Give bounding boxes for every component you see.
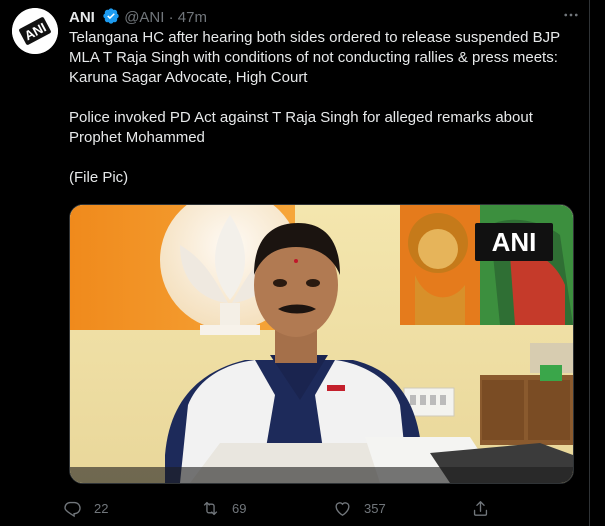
ani-watermark: ANI — [492, 227, 537, 257]
poster-right: ANI — [400, 205, 573, 325]
reply-count: 22 — [94, 500, 109, 516]
share-icon — [473, 500, 488, 516]
tweet-text: Telangana HC after hearing both sides or… — [69, 28, 574, 188]
heart-icon — [335, 501, 350, 516]
timestamp[interactable]: 47m — [178, 9, 207, 26]
separator-dot: · — [168, 9, 174, 26]
reply-button[interactable]: 22 — [63, 496, 108, 520]
like-button[interactable]: 357 — [333, 496, 386, 520]
share-button[interactable] — [471, 496, 490, 520]
like-count: 357 — [364, 500, 386, 516]
tweet-actions: 22 69 357 — [63, 496, 493, 520]
tweet-paragraph: Police invoked PD Act against T Raja Sin… — [69, 109, 533, 146]
more-options-icon[interactable] — [561, 6, 581, 26]
reply-icon — [64, 501, 81, 517]
retweet-count: 69 — [232, 500, 247, 516]
tweet-paragraph: Telangana HC after hearing both sides or… — [69, 29, 560, 86]
retweet-icon — [203, 501, 218, 515]
avatar[interactable]: ANI — [12, 8, 58, 54]
ani-logo: ANI — [12, 8, 58, 54]
tweet[interactable]: ANI ANI @ANI · 47m Telangana HC after he… — [0, 0, 590, 526]
retweet-button[interactable]: 69 — [201, 496, 246, 520]
author-name[interactable]: ANI — [69, 9, 95, 26]
tweet-media-image[interactable]: ANI — [69, 204, 574, 484]
author-handle[interactable]: @ANI — [124, 9, 164, 26]
tweet-paragraph: (File Pic) — [69, 169, 129, 186]
photo-scene: ANI — [70, 205, 573, 483]
